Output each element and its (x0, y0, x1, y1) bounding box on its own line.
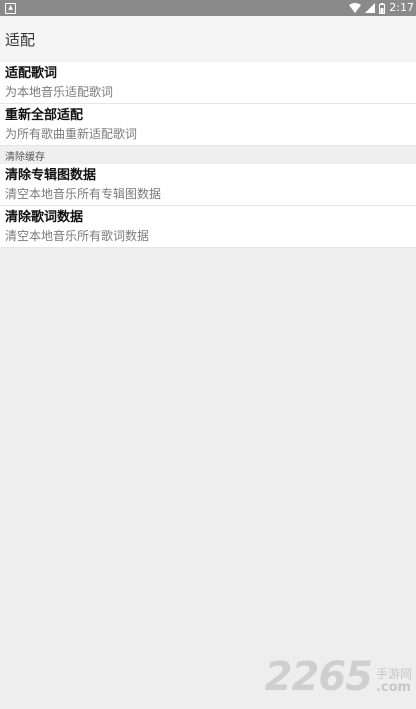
settings-list: 适配歌词 为本地音乐适配歌词 重新全部适配 为所有歌曲重新适配歌词 清除缓存 清… (0, 62, 416, 248)
page-title: 适配 (5, 30, 36, 49)
status-bar: ▲ 2:17 (0, 0, 416, 16)
clear-cache-category: 清除缓存 (0, 146, 416, 164)
notification-icon: ▲ (5, 2, 16, 14)
app-bar: 适配 (0, 16, 416, 62)
clear-album-art-item[interactable]: 清除专辑图数据 清空本地音乐所有专辑图数据 (0, 164, 416, 206)
adapt-lyrics-summary: 为本地音乐适配歌词 (5, 85, 114, 99)
clear-lyrics-title: 清除歌词数据 (5, 210, 84, 225)
adapt-lyrics-title: 适配歌词 (5, 66, 58, 81)
clear-album-art-summary: 清空本地音乐所有专辑图数据 (5, 187, 162, 201)
status-time: 2:17 (389, 1, 414, 14)
readapt-all-item[interactable]: 重新全部适配 为所有歌曲重新适配歌词 (0, 104, 416, 146)
wifi-icon (349, 3, 362, 13)
watermark-domain: .com (375, 680, 412, 695)
readapt-all-summary: 为所有歌曲重新适配歌词 (5, 127, 138, 141)
clear-lyrics-item[interactable]: 清除歌词数据 清空本地音乐所有歌词数据 (0, 206, 416, 248)
clear-album-art-title: 清除专辑图数据 (5, 168, 97, 183)
watermark-cn: 手游网 (375, 667, 412, 681)
adapt-lyrics-item[interactable]: 适配歌词 为本地音乐适配歌词 (0, 62, 416, 104)
watermark-logo: 2265 手游网 .com (265, 657, 412, 697)
battery-icon (379, 2, 386, 14)
readapt-all-title: 重新全部适配 (5, 108, 84, 123)
watermark-number: 2265 (264, 654, 373, 700)
clear-lyrics-summary: 清空本地音乐所有歌词数据 (5, 229, 150, 243)
signal-icon (365, 3, 376, 13)
